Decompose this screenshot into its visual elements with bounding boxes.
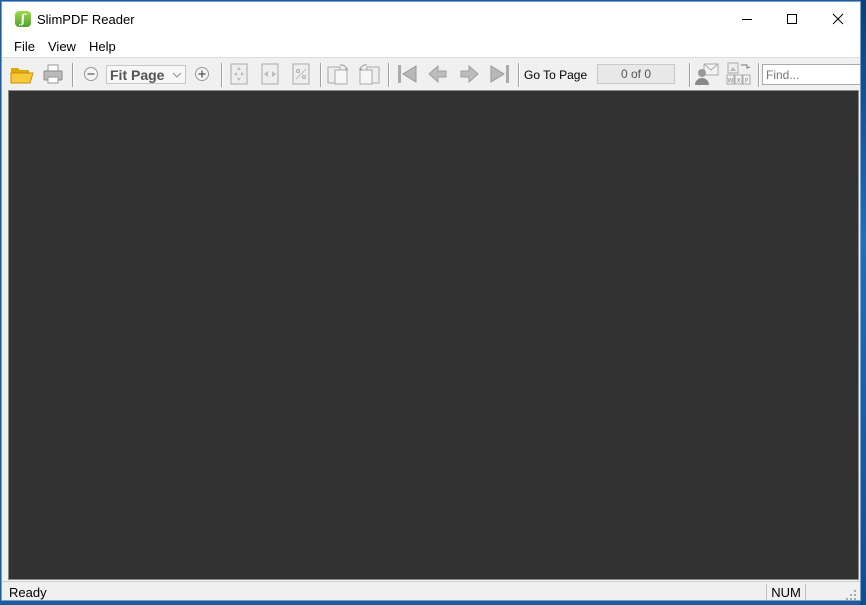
go-to-page-label: Go To Page [524,68,588,82]
menu-help[interactable]: Help [89,39,116,54]
convert-button[interactable]: W X P [726,62,752,86]
zoom-value: Fit Page [110,67,165,83]
toolbar-separator [388,63,390,87]
zoom-select[interactable]: Fit Page [106,65,186,84]
maximize-button[interactable] [769,2,814,36]
zoom-out-icon [84,67,98,81]
toolbar: Fit Page Go To Page 0 of 0 W X P Find... [2,57,860,90]
convert-documents-icon: W X P [726,62,751,85]
zoom-out-button[interactable] [78,62,104,86]
close-icon [832,13,843,25]
minimize-icon [741,19,752,20]
actual-size-icon [292,63,310,85]
svg-text:P: P [745,78,749,85]
rotate-left-icon [327,64,348,85]
resize-grip-icon[interactable] [845,589,857,601]
fit-width-icon [261,63,279,85]
toolbar-separator [758,63,760,87]
menu-file[interactable]: File [14,39,35,54]
rotate-left-button[interactable] [325,62,351,86]
toolbar-separator [72,63,74,87]
find-input[interactable] [762,64,860,85]
status-bar: Ready NUM [2,581,860,601]
first-page-icon [398,65,417,83]
status-text: Ready [9,585,47,600]
svg-text:X: X [736,78,740,85]
rotate-right-button[interactable] [356,62,382,86]
window-title: SlimPDF Reader [37,12,135,27]
rotate-right-icon [359,64,380,85]
minimize-button[interactable] [724,2,769,36]
toolbar-separator [518,63,520,87]
printer-icon [43,64,63,84]
chevron-down-icon [172,72,182,78]
last-page-button[interactable] [487,62,513,86]
last-page-icon [490,65,509,83]
title-bar[interactable]: ʃ SlimPDF Reader [2,2,860,36]
send-email-button[interactable] [694,62,720,86]
toolbar-separator [221,63,223,87]
menu-view[interactable]: View [48,39,76,54]
next-page-button[interactable] [456,62,482,86]
arrow-left-icon [428,64,447,84]
fit-width-button[interactable] [257,62,283,86]
close-button[interactable] [815,2,860,36]
maximize-icon [786,14,797,24]
first-page-button[interactable] [394,62,420,86]
user-email-icon [695,63,719,85]
app-logo-icon: ʃ [15,11,31,27]
fit-page-button[interactable] [226,62,252,86]
fit-page-icon [230,63,248,85]
print-button[interactable] [40,62,66,86]
status-panel-empty [805,584,846,600]
toolbar-separator [320,63,322,87]
actual-size-button[interactable] [288,62,314,86]
document-view-area[interactable] [8,90,859,580]
arrow-right-icon [460,64,479,84]
num-lock-indicator: NUM [766,584,805,600]
app-window: ʃ SlimPDF Reader File View Help Fit Page… [1,1,861,601]
menu-bar: File View Help [2,36,860,57]
zoom-in-icon [195,67,209,81]
page-indicator-field[interactable]: 0 of 0 [597,64,675,84]
svg-text:W: W [728,78,734,85]
folder-open-icon [10,68,34,84]
open-button[interactable] [9,62,35,86]
previous-page-button[interactable] [425,62,451,86]
toolbar-separator [689,63,691,87]
zoom-in-button[interactable] [189,62,215,86]
